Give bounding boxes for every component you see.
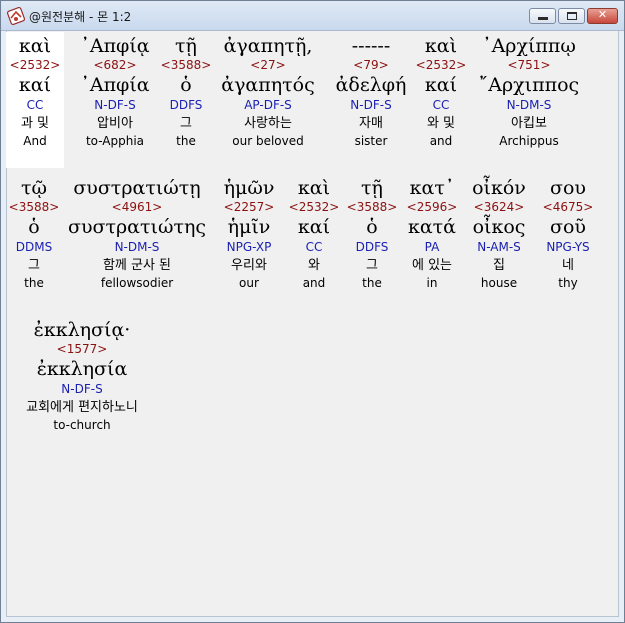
lemma-text: ἐκκλησία — [36, 358, 128, 380]
app-window: @원전분해 - 몬 1:2 ✕ καὶ <2532> καί CC 과 및 And ᾿Απφ… — [0, 0, 625, 623]
minimize-button[interactable] — [529, 8, 556, 24]
close-button[interactable]: ✕ — [587, 8, 618, 24]
word-column[interactable]: ᾿Αρχίππῳ <751> ῎Αρχιππος N-DM-S 아킵보 Archippus — [469, 34, 589, 154]
strong-number: <1577> — [56, 342, 108, 356]
korean-gloss: 네 — [562, 258, 574, 273]
lemma-text: ῎Αρχιππος — [478, 74, 580, 96]
korean-gloss: 교회에게 편지하노니 — [26, 400, 138, 415]
english-gloss: Archippus — [499, 134, 559, 148]
window-title: @원전분해 - 몬 1:2 — [29, 10, 132, 24]
title-bar[interactable]: @원전분해 - 몬 1:2 ✕ — [1, 1, 624, 31]
strong-number: <751> — [507, 58, 551, 72]
greek-text: ᾿Αρχίππῳ — [482, 35, 576, 57]
app-icon — [7, 7, 25, 25]
minimize-icon — [538, 17, 548, 20]
interlinear-panel: καὶ <2532> καί CC 과 및 And ᾿Απφίᾳ <682> ᾿Απφία N-D… — [6, 31, 619, 617]
greek-text: ἐκκλησίᾳ· — [33, 319, 131, 341]
maximize-button[interactable] — [558, 8, 585, 24]
lemma-text: σοῦ — [550, 216, 586, 238]
parsing-code: N-DM-S — [506, 98, 552, 112]
greek-text: σου — [550, 177, 586, 199]
word-column[interactable]: σου <4675> σοῦ NPG-YS 네 thy — [508, 176, 625, 296]
korean-gloss: 아킵보 — [511, 116, 547, 131]
parsing-code: NPG-YS — [546, 240, 590, 254]
parsing-code: N-DF-S — [61, 382, 103, 396]
strong-number: <4675> — [542, 200, 594, 214]
english-gloss: thy — [558, 276, 578, 290]
maximize-icon — [567, 12, 577, 20]
close-icon: ✕ — [597, 8, 608, 21]
english-gloss: to-church — [53, 418, 111, 432]
word-column[interactable]: ἐκκλησίᾳ· <1577> ἐκκλησία N-DF-S 교회에게 편지하노니 t… — [7, 318, 157, 438]
